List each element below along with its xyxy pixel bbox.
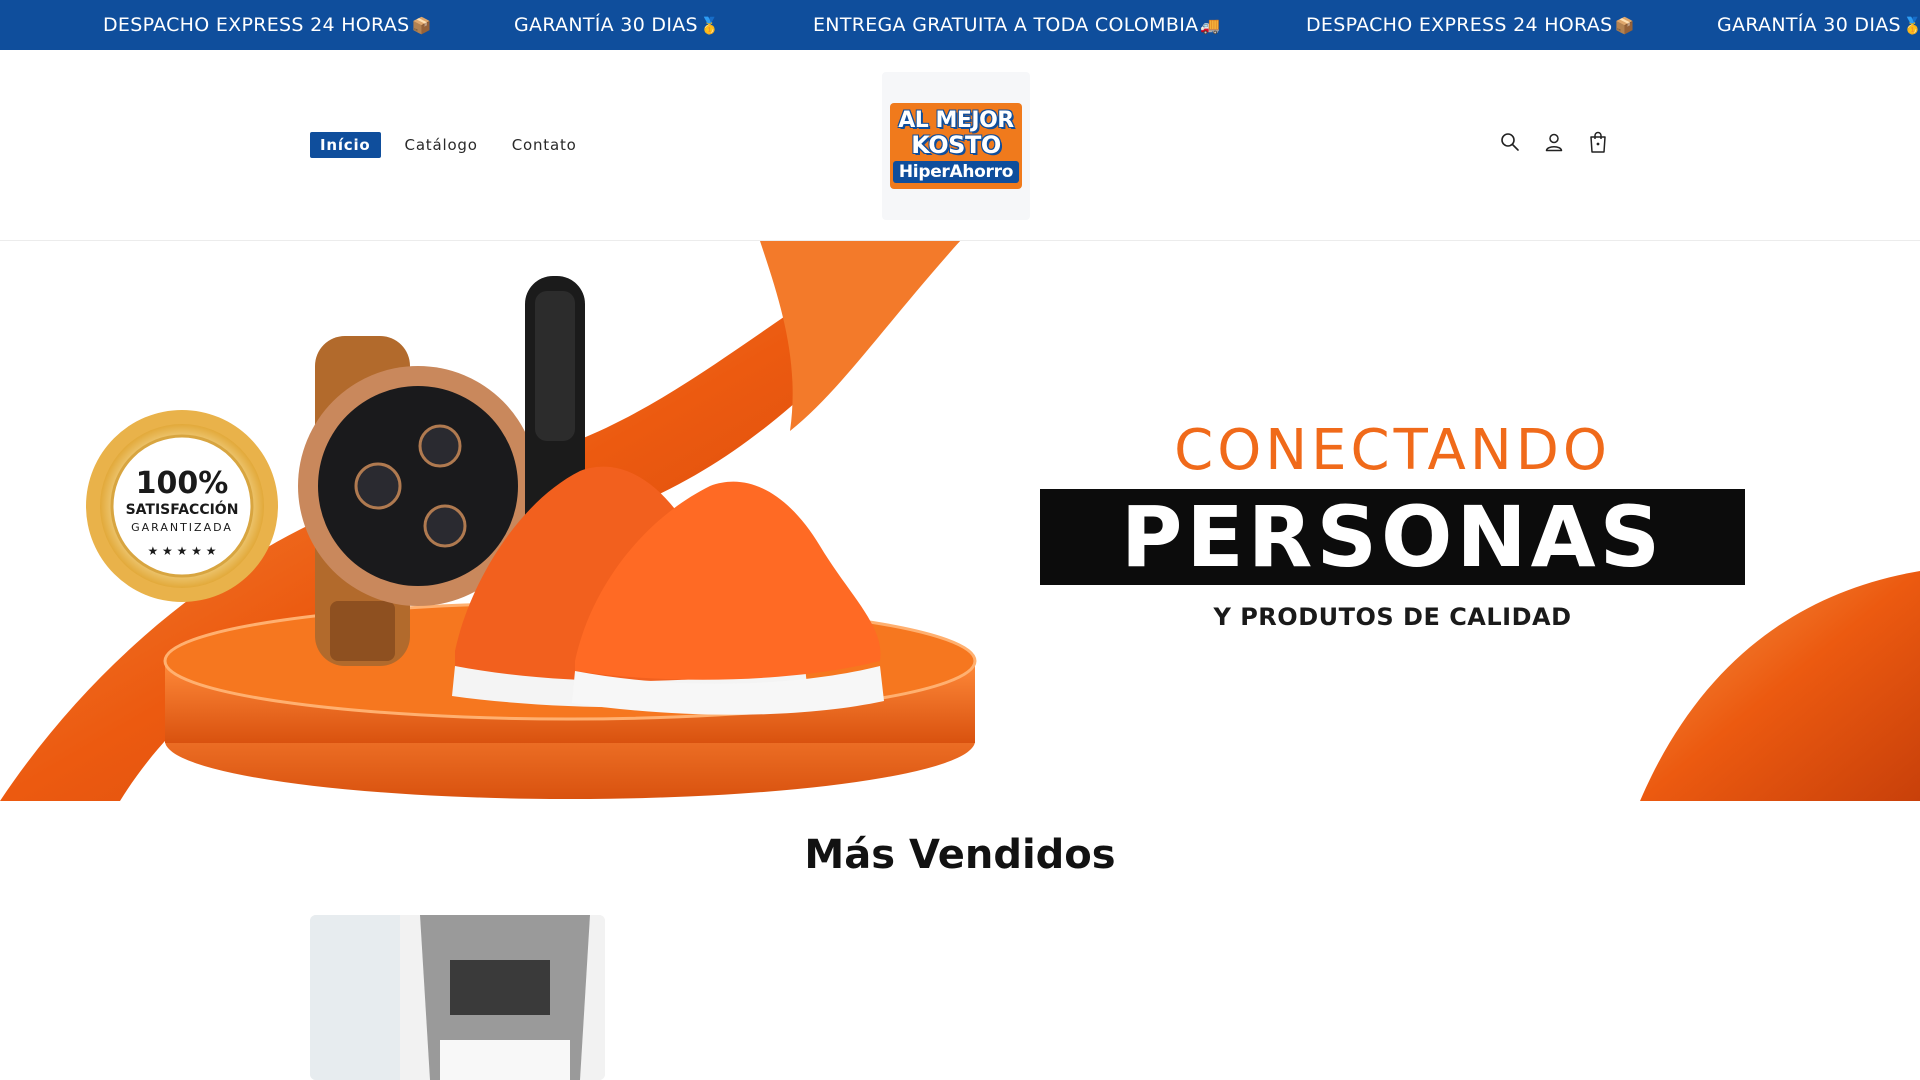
- cart-icon[interactable]: [1586, 130, 1610, 154]
- announcement-bar: DESPACHO EXPRESS 24 HORAS 📦 GARANTÍA 30 D…: [0, 0, 1920, 50]
- badge-stars: ★ ★ ★ ★ ★: [147, 544, 216, 558]
- logo-line-3: HiperAhorro: [892, 161, 1020, 183]
- badge-sublabel: GARANTIZADA: [131, 521, 233, 534]
- header-icons: [1498, 130, 1610, 154]
- announcement-item: DESPACHO EXPRESS 24 HORAS 📦: [103, 14, 432, 36]
- product-image: [310, 915, 605, 1080]
- product-card[interactable]: [310, 915, 605, 1080]
- logo-line-2: KOSTO: [911, 131, 1001, 159]
- announcement-item: DESPACHO EXPRESS 24 HORAS 📦: [1306, 14, 1635, 36]
- hero-line-1: CONECTANDO: [1174, 418, 1611, 483]
- search-icon[interactable]: [1498, 130, 1522, 154]
- nav-link-catalogo[interactable]: Catálogo: [395, 132, 488, 158]
- announcement-item: ENTREGA GRATUITA A TODA COLOMBIA 🚚: [813, 14, 1221, 36]
- announcement-item: GARANTÍA 30 DIAS 🥇: [1717, 14, 1920, 36]
- hero-line-2: PERSONAS: [1040, 489, 1745, 585]
- hero-headline: CONECTANDO PERSONAS Y PRODUTOS DE CALIDA…: [1040, 421, 1745, 631]
- store-logo-link[interactable]: AL MEJOR KOSTO HiperAhorro: [882, 72, 1030, 220]
- nav-link-contato[interactable]: Contato: [502, 132, 587, 158]
- nav-link-inicio[interactable]: Início: [310, 132, 381, 158]
- site-header: Início Catálogo Contato AL MEJOR KOSTO H…: [0, 50, 1920, 241]
- hero-line-3: Y PRODUTOS DE CALIDAD: [1213, 603, 1572, 631]
- main-nav: Início Catálogo Contato: [310, 132, 601, 158]
- badge-label: SATISFACCIÓN: [126, 500, 239, 518]
- badge-percent: 100%: [136, 466, 229, 501]
- hero-banner[interactable]: 100% SATISFACCIÓN GARANTIZADA ★ ★ ★ ★ ★ …: [0, 241, 1920, 801]
- store-logo: AL MEJOR KOSTO HiperAhorro: [890, 103, 1022, 189]
- announcement-item: GARANTÍA 30 DIAS 🥇: [514, 14, 721, 36]
- account-icon[interactable]: [1542, 130, 1566, 154]
- logo-line-1: AL MEJOR: [898, 108, 1014, 133]
- section-title: Más Vendidos: [804, 832, 1116, 878]
